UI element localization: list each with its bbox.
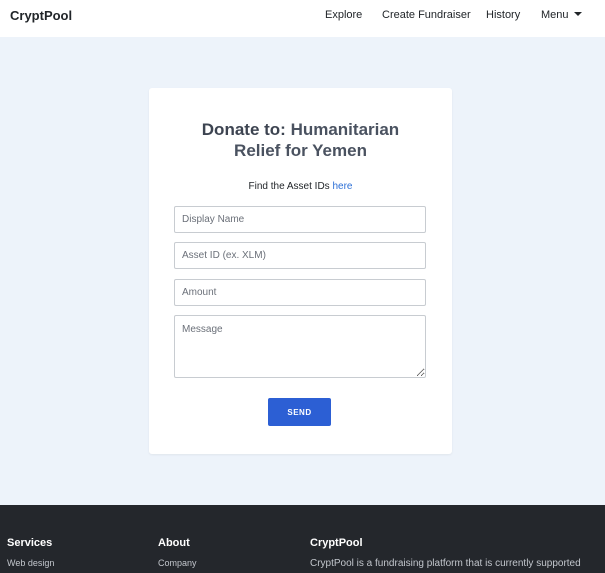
footer-services-title: Services	[7, 537, 53, 549]
asset-id-hint: Find the Asset IDs here	[149, 181, 452, 192]
display-name-input[interactable]	[174, 206, 426, 233]
page-title: Donate to: Humanitarian Relief for Yemen	[149, 119, 452, 161]
footer-link-web-design[interactable]: Web design	[7, 558, 54, 568]
footer-about-title: About	[158, 537, 190, 549]
footer-link-company[interactable]: Company	[158, 558, 197, 568]
message-textarea[interactable]	[174, 315, 426, 378]
asset-id-link[interactable]: here	[332, 181, 352, 192]
fundraiser-name-line2: Relief for Yemen	[234, 141, 367, 160]
asset-id-input[interactable]	[174, 242, 426, 269]
send-button[interactable]: SEND	[268, 398, 331, 426]
fundraiser-name-line1: Humanitarian	[290, 120, 400, 139]
amount-input[interactable]	[174, 279, 426, 306]
brand-logo[interactable]: CryptPool	[10, 8, 72, 23]
donation-card: Donate to: Humanitarian Relief for Yemen…	[149, 88, 452, 454]
nav-menu-dropdown[interactable]: Menu	[541, 9, 582, 21]
footer-cryptpool-description: CryptPool is a fundraising platform that…	[310, 558, 581, 569]
footer: Services Web design About Company CryptP…	[0, 505, 605, 573]
chevron-down-icon	[573, 12, 582, 16]
hint-text: Find the Asset IDs	[248, 181, 333, 192]
nav-menu-label: Menu	[541, 9, 569, 21]
navbar: CryptPool Explore Create Fundraiser Hist…	[0, 0, 605, 37]
nav-history[interactable]: History	[486, 9, 520, 21]
nav-explore[interactable]: Explore	[325, 9, 362, 21]
title-prefix: Donate to:	[201, 120, 286, 139]
nav-create-fundraiser[interactable]: Create Fundraiser	[382, 9, 471, 21]
footer-cryptpool-title: CryptPool	[310, 537, 363, 549]
